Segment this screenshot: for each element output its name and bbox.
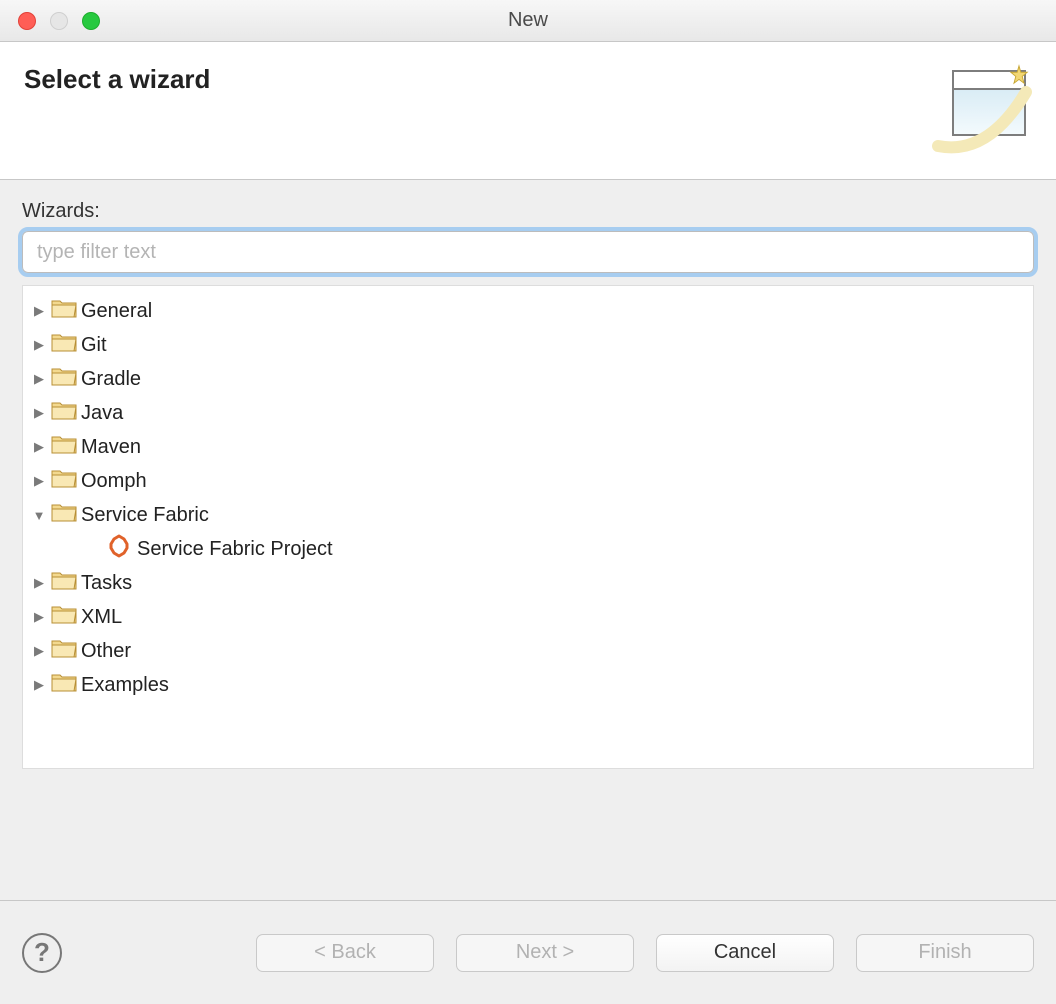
folder-icon: [51, 332, 77, 352]
cancel-button[interactable]: Cancel: [656, 934, 834, 972]
tree-item-label: General: [81, 300, 152, 323]
folder-icon: [51, 434, 77, 454]
tree-item[interactable]: ▶ Gradle: [29, 362, 1027, 396]
chevron-right-icon: ▶: [29, 371, 49, 387]
wizard-banner-icon: [932, 64, 1032, 164]
finish-button[interactable]: Finish: [856, 934, 1034, 972]
chevron-right-icon: ▶: [29, 303, 49, 319]
folder-icon: [51, 502, 77, 522]
folder-icon: [51, 298, 77, 318]
traffic-lights: [18, 12, 100, 30]
tree-item-label: Examples: [81, 674, 169, 697]
tree-item[interactable]: ▶ Oomph: [29, 464, 1027, 498]
close-window-button[interactable]: [18, 12, 36, 30]
tree-item[interactable]: ▶ Java: [29, 396, 1027, 430]
service-fabric-icon: [107, 534, 131, 558]
window-title: New: [0, 9, 1056, 32]
tree-item-label: Service Fabric: [81, 504, 209, 527]
tree-item-label: Maven: [81, 436, 141, 459]
tree-item[interactable]: ▶ Other: [29, 634, 1027, 668]
minimize-window-button[interactable]: [50, 12, 68, 30]
tree-item-label: Oomph: [81, 470, 147, 493]
tree-item[interactable]: ▶ Tasks: [29, 566, 1027, 600]
tree-item[interactable]: ▶ Git: [29, 328, 1027, 362]
chevron-right-icon: ▶: [29, 575, 49, 591]
next-button[interactable]: Next >: [456, 934, 634, 972]
tree-item[interactable]: ▶ Examples: [29, 668, 1027, 702]
chevron-right-icon: ▶: [29, 473, 49, 489]
tree-item-label: XML: [81, 606, 122, 629]
chevron-down-icon: ▼: [29, 508, 49, 523]
help-icon: ?: [34, 937, 50, 968]
chevron-right-icon: ▶: [29, 439, 49, 455]
tree-item[interactable]: ▼ Service Fabric: [29, 498, 1027, 532]
back-button[interactable]: < Back: [256, 934, 434, 972]
help-button[interactable]: ?: [22, 933, 62, 973]
chevron-right-icon: ▶: [29, 677, 49, 693]
tree-item[interactable]: ▶ Maven: [29, 430, 1027, 464]
folder-icon: [51, 400, 77, 420]
wizard-header: Select a wizard: [0, 42, 1056, 180]
chevron-right-icon: ▶: [29, 609, 49, 625]
chevron-right-icon: ▶: [29, 337, 49, 353]
tree-item[interactable]: ▶ XML: [29, 600, 1027, 634]
chevron-right-icon: ▶: [29, 405, 49, 421]
folder-icon: [51, 638, 77, 658]
titlebar: New: [0, 0, 1056, 42]
tree-item-label: Java: [81, 402, 123, 425]
tree-item-label: Gradle: [81, 368, 141, 391]
wizard-footer: ? < Back Next > Cancel Finish: [0, 900, 1056, 1004]
chevron-right-icon: ▶: [29, 643, 49, 659]
page-title: Select a wizard: [24, 64, 210, 95]
folder-icon: [51, 570, 77, 590]
tree-item[interactable]: ▶ General: [29, 294, 1027, 328]
button-row: < Back Next > Cancel Finish: [256, 934, 1034, 972]
tree-item-child[interactable]: Service Fabric Project: [29, 532, 1027, 566]
folder-icon: [51, 366, 77, 386]
folder-icon: [51, 468, 77, 488]
filter-input[interactable]: [22, 231, 1034, 273]
tree-item-label: Git: [81, 334, 107, 357]
tree-item-label: Other: [81, 640, 131, 663]
wizard-body: Wizards: ▶ General▶ Git▶ Gradle▶ Java▶ M…: [0, 180, 1056, 900]
wizard-tree[interactable]: ▶ General▶ Git▶ Gradle▶ Java▶ Maven▶ Oom…: [22, 285, 1034, 769]
wizards-label: Wizards:: [22, 200, 1034, 223]
tree-item-label: Tasks: [81, 572, 132, 595]
folder-icon: [51, 604, 77, 624]
tree-item-label: Service Fabric Project: [137, 538, 333, 561]
folder-icon: [51, 672, 77, 692]
zoom-window-button[interactable]: [82, 12, 100, 30]
